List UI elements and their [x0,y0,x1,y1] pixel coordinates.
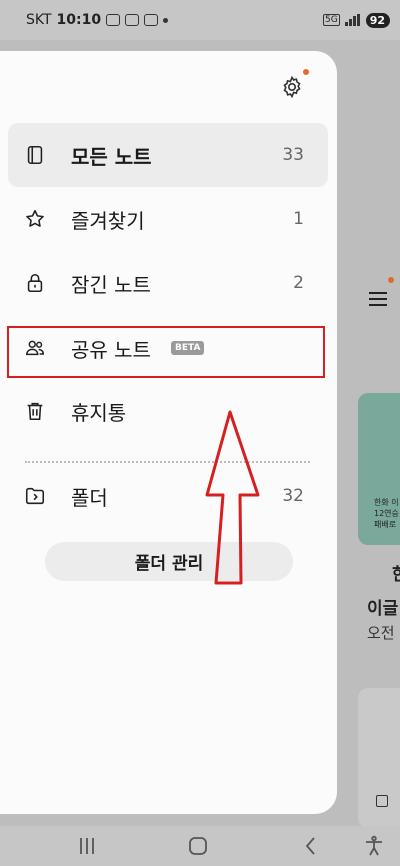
drawer-item-count: 2 [293,273,304,293]
note-card-2[interactable] [358,688,400,828]
note-time-fragment: 오전 [367,624,395,642]
more-notifications-icon [163,17,169,23]
drawer-item-all-notes[interactable]: 모든 노트 33 [8,123,328,187]
menu-icon[interactable] [369,288,387,310]
drawer-item-favorites[interactable]: 즐겨찾기 1 [8,187,328,251]
drawer-item-trash[interactable]: 휴지통 [8,379,328,443]
menu-notification-dot [388,277,394,283]
message-notification-icon [144,14,159,26]
drawer-item-label: 잠긴 노트 [71,272,151,297]
drawer-item-folders[interactable]: 폴더 32 [8,464,328,528]
star-icon [23,207,47,231]
notebook-icon [23,143,47,167]
drawer-item-label: 모든 노트 [71,144,152,169]
note-card-text: 한화 이 12연승 패배로 [374,498,399,529]
signal-icon [344,14,361,26]
annotation-arrow-icon [205,410,260,585]
gear-icon [283,75,301,99]
note-title-fragment-2: 이글 [367,599,399,619]
home-icon[interactable] [187,835,209,857]
clock: 10:10 [56,12,102,28]
drawer-item-label: 휴지통 [71,400,127,425]
status-bar: SKT 10:10 5G 92 [0,0,400,40]
recent-apps-icon[interactable] [76,835,98,857]
trash-icon [23,399,47,423]
drawer-item-label: 즐겨찾기 [71,208,145,233]
system-navigation-bar [0,826,400,866]
back-icon[interactable] [300,835,322,857]
annotation-highlight-box [7,326,325,378]
drawer-item-count: 1 [293,209,304,229]
accessibility-icon[interactable] [363,835,385,857]
screenshot-notification-icon [125,14,140,26]
drawer-item-count: 33 [282,145,304,165]
carrier-label: SKT [26,12,52,28]
drawer-item-label: 폴더 [71,485,108,510]
settings-notification-dot [303,69,309,75]
checkbox-icon [376,795,388,807]
folder-icon [23,484,47,508]
background-notes-list: 한화 이 12연승 패배로 한 이글 오전 [337,40,400,828]
chat-notification-icon [106,14,121,26]
note-title-fragment: 한 [392,565,400,585]
network-type: 5G [322,14,340,26]
battery-indicator: 92 [365,12,390,28]
drawer-item-locked-notes[interactable]: 잠긴 노트 2 [8,251,328,315]
settings-button[interactable] [280,75,304,99]
lock-icon [23,271,47,295]
drawer-item-count: 32 [282,486,304,506]
